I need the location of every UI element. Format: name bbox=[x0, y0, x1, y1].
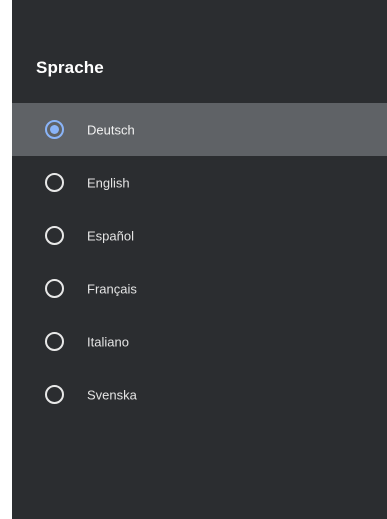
language-option-label: Svenska bbox=[87, 387, 137, 402]
language-option-label: Deutsch bbox=[87, 122, 135, 137]
language-option-english[interactable]: English bbox=[12, 156, 387, 209]
language-list: Deutsch English Español Français Italian… bbox=[12, 103, 387, 421]
page-title: Sprache bbox=[36, 58, 104, 77]
radio-unchecked-icon[interactable] bbox=[45, 226, 64, 245]
radio-unchecked-icon[interactable] bbox=[45, 279, 64, 298]
language-option-espanol[interactable]: Español bbox=[12, 209, 387, 262]
radio-unchecked-icon[interactable] bbox=[45, 332, 64, 351]
language-option-label: English bbox=[87, 175, 130, 190]
language-panel: Sprache Deutsch English Español Français… bbox=[12, 0, 387, 519]
language-option-svenska[interactable]: Svenska bbox=[12, 368, 387, 421]
radio-unchecked-icon[interactable] bbox=[45, 173, 64, 192]
radio-checked-icon[interactable] bbox=[45, 120, 64, 139]
language-option-francais[interactable]: Français bbox=[12, 262, 387, 315]
radio-unchecked-icon[interactable] bbox=[45, 385, 64, 404]
language-option-deutsch[interactable]: Deutsch bbox=[12, 103, 387, 156]
language-option-label: Français bbox=[87, 281, 137, 296]
language-option-label: Español bbox=[87, 228, 134, 243]
language-option-label: Italiano bbox=[87, 334, 129, 349]
language-option-italiano[interactable]: Italiano bbox=[12, 315, 387, 368]
